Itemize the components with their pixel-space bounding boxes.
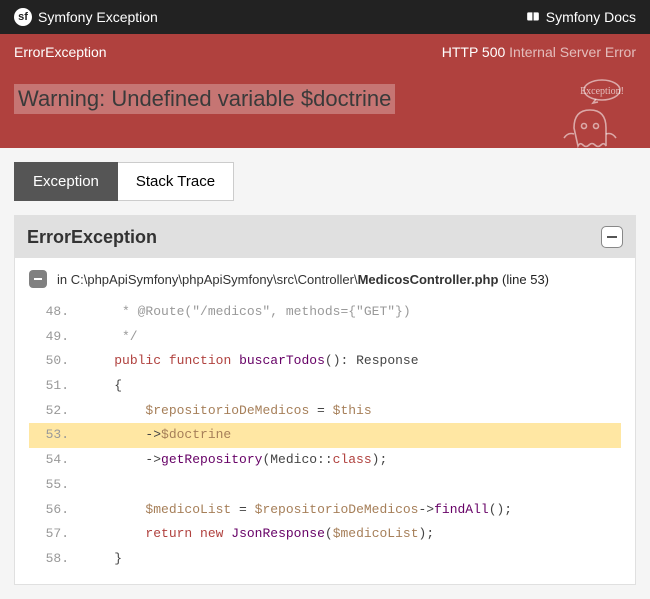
error-status-line: ErrorException HTTP 500 Internal Server … [0, 34, 650, 70]
line-number: 56. [29, 498, 83, 523]
content-area: Exception Stack Trace ErrorException in … [0, 148, 650, 599]
code-line: 50. public function buscarTodos(): Respo… [29, 349, 621, 374]
code-line: 57. return new JsonResponse($medicoList)… [29, 522, 621, 547]
panel-header: ErrorException [15, 216, 635, 258]
line-number: 51. [29, 374, 83, 399]
error-title-wrap: Warning: Undefined variable $doctrine Ex… [0, 70, 650, 148]
trace-line: (line 53) [498, 272, 549, 287]
collapse-button[interactable] [601, 226, 623, 248]
code-content: ->getRepository(Medico::class); [83, 448, 621, 473]
code-block: 48. * @Route("/medicos", methods={"GET"}… [29, 300, 621, 572]
exception-panel: ErrorException in C:\phpApiSymfony\phpAp… [14, 215, 636, 585]
line-number: 54. [29, 448, 83, 473]
svg-text:Exception!: Exception! [580, 86, 624, 97]
code-content: return new JsonResponse($medicoList); [83, 522, 621, 547]
http-status: HTTP 500 Internal Server Error [442, 44, 636, 60]
ghost-icon: Exception! [544, 76, 634, 158]
docs-label: Symfony Docs [546, 9, 636, 25]
symfony-logo-icon: sf [14, 8, 32, 26]
top-bar: sf Symfony Exception Symfony Docs [0, 0, 650, 34]
code-content: * @Route("/medicos", methods={"GET"}) [83, 300, 621, 325]
tab-stack-trace[interactable]: Stack Trace [118, 162, 234, 201]
code-content: */ [83, 325, 621, 350]
code-line: 49. */ [29, 325, 621, 350]
error-title: Warning: Undefined variable $doctrine [14, 84, 395, 114]
code-line: 55. [29, 473, 621, 498]
code-line: 48. * @Route("/medicos", methods={"GET"}… [29, 300, 621, 325]
code-line: 51. { [29, 374, 621, 399]
code-content: { [83, 374, 621, 399]
tabs: Exception Stack Trace [14, 162, 636, 201]
trace-path-row: in C:\phpApiSymfony\phpApiSymfony\src\Co… [29, 270, 621, 288]
exception-class: ErrorException [14, 44, 107, 60]
minus-icon [33, 274, 43, 284]
trace-toggle-button[interactable] [29, 270, 47, 288]
line-number: 49. [29, 325, 83, 350]
panel-heading: ErrorException [27, 227, 157, 248]
code-line: 58. } [29, 547, 621, 572]
line-number: 48. [29, 300, 83, 325]
code-line: 56. $medicoList = $repositorioDeMedicos-… [29, 498, 621, 523]
line-number: 52. [29, 399, 83, 424]
code-content: } [83, 547, 621, 572]
code-line: 54. ->getRepository(Medico::class); [29, 448, 621, 473]
line-number: 55. [29, 473, 83, 498]
code-content: $medicoList = $repositorioDeMedicos->fin… [83, 498, 621, 523]
code-content: $repositorioDeMedicos = $this [83, 399, 621, 424]
book-icon [526, 10, 540, 24]
brand-text: Symfony Exception [38, 9, 158, 25]
tab-exception[interactable]: Exception [14, 162, 118, 201]
line-number: 53. [29, 423, 83, 448]
code-line: 53. ->$doctrine [29, 423, 621, 448]
line-number: 57. [29, 522, 83, 547]
line-number: 58. [29, 547, 83, 572]
trace-body: in C:\phpApiSymfony\phpApiSymfony\src\Co… [15, 258, 635, 584]
minus-icon [606, 231, 618, 243]
trace-path: in C:\phpApiSymfony\phpApiSymfony\src\Co… [57, 272, 549, 287]
error-banner: ErrorException HTTP 500 Internal Server … [0, 34, 650, 148]
code-line: 52. $repositorioDeMedicos = $this [29, 399, 621, 424]
brand: sf Symfony Exception [14, 8, 158, 26]
code-content: ->$doctrine [83, 423, 621, 448]
trace-file: MedicosController.php [358, 272, 499, 287]
line-number: 50. [29, 349, 83, 374]
code-content [83, 473, 621, 498]
code-content: public function buscarTodos(): Response [83, 349, 621, 374]
docs-link[interactable]: Symfony Docs [526, 9, 636, 25]
